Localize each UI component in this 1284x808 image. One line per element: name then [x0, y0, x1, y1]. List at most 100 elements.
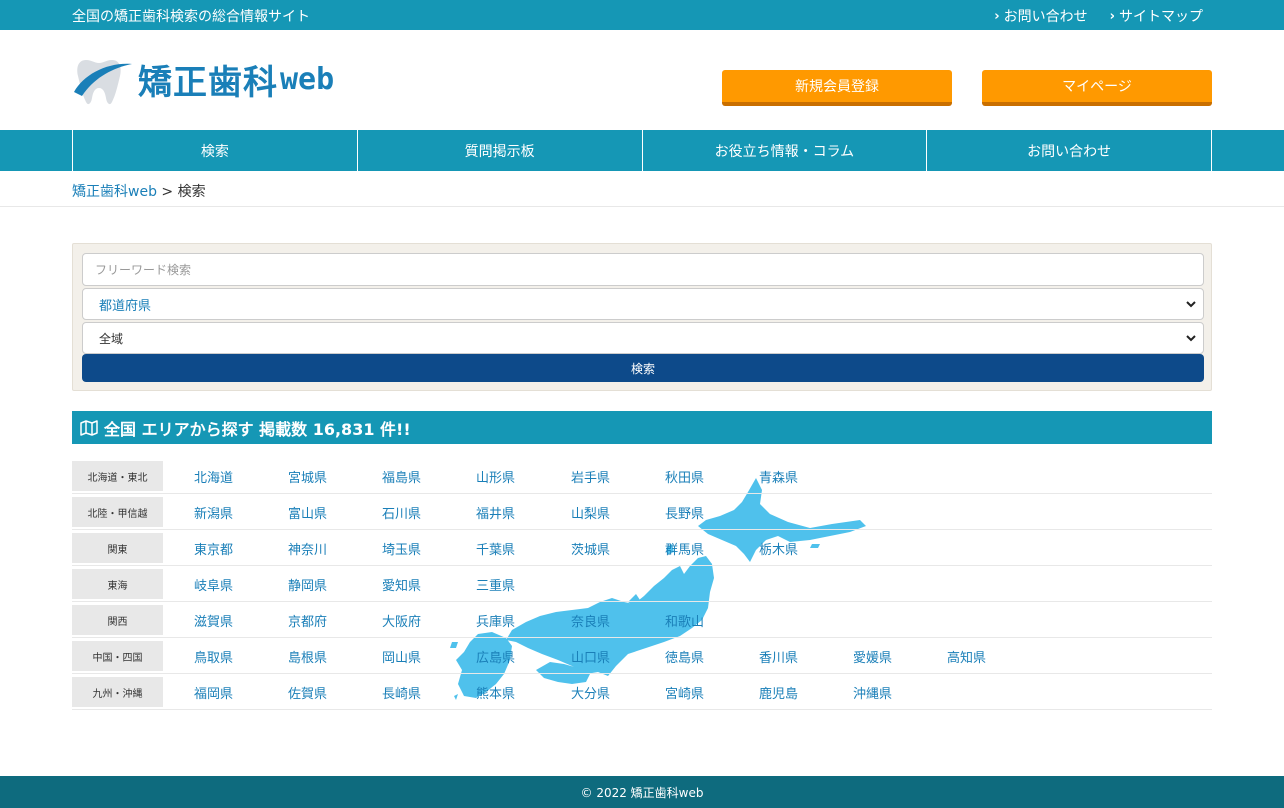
pref-link[interactable]: 広島県	[476, 647, 515, 666]
pref-link[interactable]: 群馬県	[665, 539, 704, 558]
pref-link[interactable]: 和歌山	[665, 611, 704, 630]
site-tagline: 全国の矯正歯科検索の総合情報サイト	[72, 9, 310, 25]
pref-link[interactable]: 長野県	[665, 503, 704, 522]
main-nav: 検索 質問掲示板 お役立ち情報・コラム お問い合わせ	[0, 130, 1284, 171]
pref-link[interactable]: 佐賀県	[288, 683, 327, 702]
header: 矯正歯科 web 新規会員登録 マイページ	[0, 30, 1284, 130]
pref-link[interactable]: 北海道	[194, 467, 233, 486]
prefecture-select-value: 都道府県	[99, 298, 152, 314]
pref-link[interactable]: 新潟県	[194, 503, 233, 522]
pref-link[interactable]: 福井県	[476, 503, 515, 522]
pref-link[interactable]: 香川県	[759, 647, 798, 666]
pref-link[interactable]: 青森県	[759, 467, 798, 486]
pref-link[interactable]: 岐阜県	[194, 575, 233, 594]
pref-link[interactable]: 三重県	[476, 575, 515, 594]
pref-link[interactable]: 福島県	[382, 467, 421, 486]
region-list: 北海道・東北 北海道 宮城県 福島県 山形県 岩手県 秋田県 青森県 北陸・甲信…	[72, 458, 1212, 710]
pref-link[interactable]: 山口県	[571, 647, 610, 666]
pref-link[interactable]: 愛媛県	[853, 647, 892, 666]
region-label: 北海道・東北	[72, 461, 163, 491]
breadcrumb: 矯正歯科web > 検索	[72, 181, 206, 201]
pref-link[interactable]: 鹿児島	[759, 683, 798, 702]
pref-link[interactable]: 東京都	[194, 539, 233, 558]
region-label: 九州・沖縄	[72, 677, 163, 707]
region-row-hokkaido-tohoku: 北海道・東北 北海道 宮城県 福島県 山形県 岩手県 秋田県 青森県	[72, 458, 1212, 494]
top-link-sitemap-label: サイトマップ	[1119, 9, 1203, 25]
pref-link[interactable]: 高知県	[947, 647, 986, 666]
pref-link[interactable]: 大阪府	[382, 611, 421, 630]
area-section-title: 全国 エリアから探す 掲載数 16,831 件!!	[72, 411, 1212, 444]
pref-link[interactable]: 山形県	[476, 467, 515, 486]
region-label: 北陸・甲信越	[72, 497, 163, 527]
region-row-tokai: 東海 岐阜県 静岡県 愛知県 三重県	[72, 566, 1212, 602]
search-panel: 都道府県 全域 検索	[72, 243, 1212, 391]
region-row-kyushu-okinawa: 九州・沖縄 福岡県 佐賀県 長崎県 熊本県 大分県 宮崎県 鹿児島 沖縄県	[72, 674, 1212, 710]
pref-link[interactable]: 京都府	[288, 611, 327, 630]
top-bar: 全国の矯正歯科検索の総合情報サイト › お問い合わせ › サイトマップ	[0, 0, 1284, 30]
nav-item-contact[interactable]: お問い合わせ	[927, 130, 1212, 171]
top-link-sitemap[interactable]: › サイトマップ	[1110, 6, 1203, 26]
area-section-title-text: 全国 エリアから探す 掲載数 16,831 件!!	[104, 419, 411, 439]
chevron-down-icon	[1186, 301, 1196, 308]
region-row-kansai: 関西 滋賀県 京都府 大阪府 兵庫県 奈良県 和歌山	[72, 602, 1212, 638]
register-button[interactable]: 新規会員登録	[722, 70, 952, 106]
area-select[interactable]: 全域	[82, 322, 1204, 354]
freeword-search-input[interactable]	[82, 253, 1204, 286]
pref-link[interactable]: 福岡県	[194, 683, 233, 702]
chevron-right-icon: ›	[994, 8, 1000, 24]
pref-link[interactable]: 茨城県	[571, 539, 610, 558]
footer-copyright: © 2022 矯正歯科web	[580, 785, 704, 800]
pref-link[interactable]: 埼玉県	[382, 539, 421, 558]
chevron-down-icon	[1186, 335, 1196, 342]
pref-link[interactable]: 徳島県	[665, 647, 704, 666]
pref-link[interactable]: 千葉県	[476, 539, 515, 558]
pref-link[interactable]: 島根県	[288, 647, 327, 666]
breadcrumb-home[interactable]: 矯正歯科web	[72, 184, 157, 200]
pref-link[interactable]: 静岡県	[288, 575, 327, 594]
pref-link[interactable]: 富山県	[288, 503, 327, 522]
pref-link[interactable]: 栃木県	[759, 539, 798, 558]
pref-link[interactable]: 愛知県	[382, 575, 421, 594]
nav-item-search[interactable]: 検索	[73, 130, 358, 171]
region-row-chugoku-shikoku: 中国・四国 鳥取県 島根県 岡山県 広島県 山口県 徳島県 香川県 愛媛県 高知…	[72, 638, 1212, 674]
breadcrumb-divider	[0, 206, 1284, 207]
pref-link[interactable]: 岡山県	[382, 647, 421, 666]
search-button[interactable]: 検索	[82, 354, 1204, 382]
region-label: 中国・四国	[72, 641, 163, 671]
region-label: 関東	[72, 533, 163, 563]
pref-link[interactable]: 鳥取県	[194, 647, 233, 666]
pref-link[interactable]: 奈良県	[571, 611, 610, 630]
pref-link[interactable]: 山梨県	[571, 503, 610, 522]
region-row-hokuriku-koshinetsu: 北陸・甲信越 新潟県 富山県 石川県 福井県 山梨県 長野県	[72, 494, 1212, 530]
pref-link[interactable]: 宮崎県	[665, 683, 704, 702]
pref-link[interactable]: 大分県	[571, 683, 610, 702]
logo-web-text: web	[280, 61, 335, 97]
breadcrumb-current: 検索	[177, 184, 206, 200]
mypage-button[interactable]: マイページ	[982, 70, 1212, 106]
breadcrumb-separator: >	[156, 184, 178, 200]
chevron-right-icon: ›	[1109, 8, 1115, 24]
prefecture-select[interactable]: 都道府県	[82, 288, 1204, 320]
pref-link[interactable]: 長崎県	[382, 683, 421, 702]
top-links: › お問い合わせ › サイトマップ	[994, 6, 1203, 26]
top-link-contact[interactable]: › お問い合わせ	[994, 6, 1087, 26]
pref-link[interactable]: 宮城県	[288, 467, 327, 486]
pref-link[interactable]: 神奈川	[288, 539, 327, 558]
pref-link[interactable]: 沖縄県	[853, 683, 892, 702]
region-label: 東海	[72, 569, 163, 599]
pref-link[interactable]: 石川県	[382, 503, 421, 522]
area-select-value: 全域	[99, 331, 124, 346]
pref-link[interactable]: 滋賀県	[194, 611, 233, 630]
nav-item-qa-board[interactable]: 質問掲示板	[358, 130, 643, 171]
nav-item-columns[interactable]: お役立ち情報・コラム	[643, 130, 928, 171]
pref-link[interactable]: 兵庫県	[476, 611, 515, 630]
region-label: 関西	[72, 605, 163, 635]
pref-link[interactable]: 秋田県	[665, 467, 704, 486]
tooth-logo-icon	[74, 60, 132, 105]
logo-text: 矯正歯科	[138, 62, 278, 103]
map-icon	[80, 419, 98, 436]
site-logo[interactable]: 矯正歯科 web	[72, 52, 334, 106]
pref-link[interactable]: 熊本県	[476, 683, 515, 702]
pref-link[interactable]: 岩手県	[571, 467, 610, 486]
region-row-kanto: 関東 東京都 神奈川 埼玉県 千葉県 茨城県 群馬県 栃木県	[72, 530, 1212, 566]
